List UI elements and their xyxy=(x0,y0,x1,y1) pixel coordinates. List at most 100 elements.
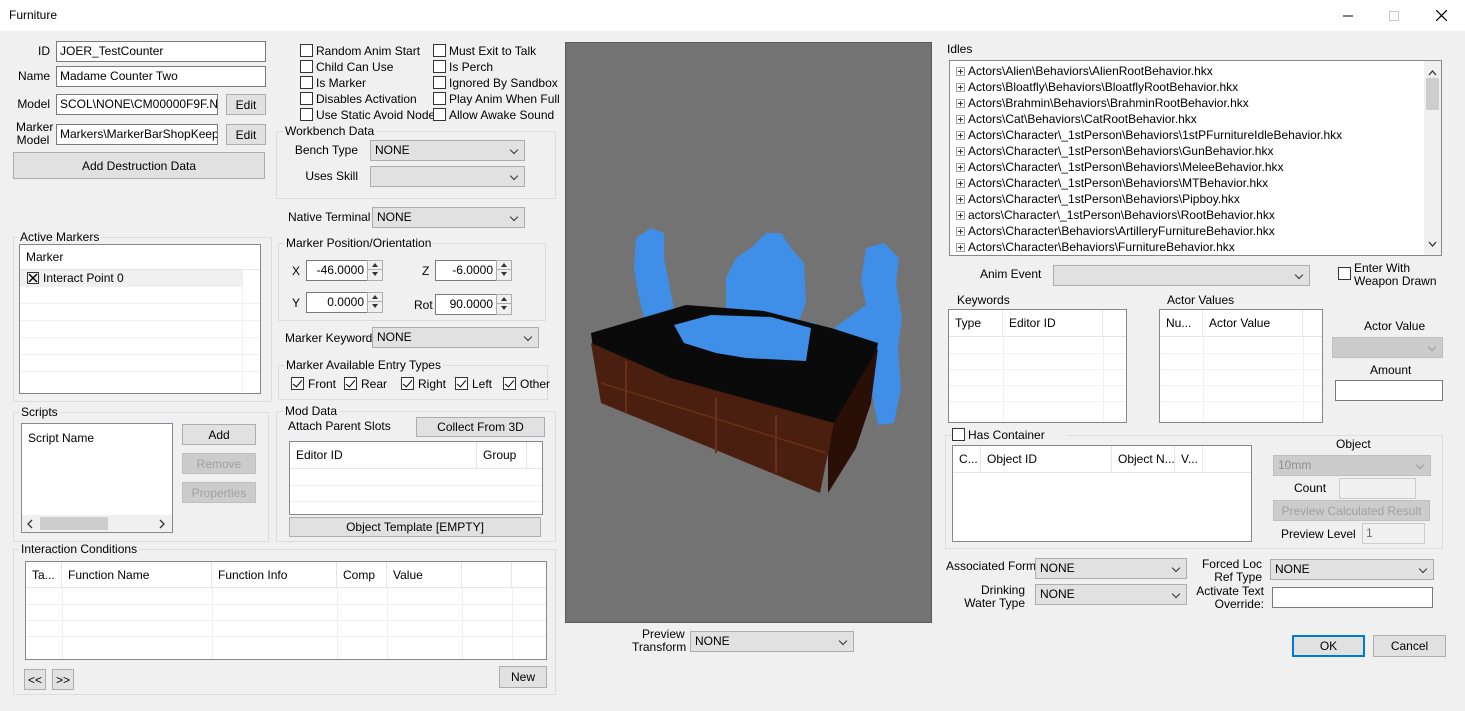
expand-icon[interactable] xyxy=(956,194,965,204)
z-spinner[interactable] xyxy=(496,260,512,281)
checkbox[interactable] xyxy=(952,428,965,441)
amount-field[interactable] xyxy=(1335,380,1443,401)
preview-level-field[interactable]: 1 xyxy=(1362,523,1425,544)
entry-front[interactable] xyxy=(291,377,305,391)
active-markers-list[interactable]: Marker Interact Point 0 xyxy=(19,244,261,394)
scroll-thumb[interactable] xyxy=(1426,78,1439,110)
enter-weapon-drawn[interactable] xyxy=(1338,267,1352,281)
expand-icon[interactable] xyxy=(956,242,965,252)
spin-up[interactable] xyxy=(497,261,511,270)
checkbox[interactable] xyxy=(1338,267,1351,280)
chevron-left-icon[interactable] xyxy=(26,518,34,532)
idle-item[interactable]: Actors\Character\_1stPerson\Behaviors\Gu… xyxy=(950,143,1424,159)
scroll-thumb[interactable] xyxy=(40,517,108,530)
chevron-right-icon[interactable] xyxy=(158,518,166,532)
rot-field[interactable]: 90.0000 xyxy=(435,294,497,315)
scripts-hscroll[interactable] xyxy=(22,515,172,532)
idle-item[interactable]: Actors\Cat\Behaviors\CatRootBehavior.hkx xyxy=(950,111,1424,127)
checkbox[interactable] xyxy=(300,60,313,73)
add-script-button[interactable]: Add xyxy=(182,424,256,445)
close-button[interactable] xyxy=(1418,0,1464,31)
checkbox[interactable] xyxy=(433,108,446,121)
x-field[interactable]: -46.0000 xyxy=(306,260,368,281)
actor-value-select[interactable] xyxy=(1332,337,1443,358)
idle-item[interactable]: Actors\Character\_1stPerson\Behaviors\Pi… xyxy=(950,191,1424,207)
checkbox[interactable] xyxy=(433,76,446,89)
keywords-list[interactable]: Type Editor ID xyxy=(948,309,1127,423)
expand-icon[interactable] xyxy=(956,146,965,156)
expand-icon[interactable] xyxy=(956,178,965,188)
z-field[interactable]: -6.0000 xyxy=(435,260,497,281)
checkbox[interactable] xyxy=(503,377,516,390)
checkbox[interactable] xyxy=(300,44,313,57)
collect-from-3d-button[interactable]: Collect From 3D xyxy=(416,417,545,437)
checkbox[interactable] xyxy=(433,92,446,105)
marker-row[interactable]: Interact Point 0 xyxy=(20,270,242,287)
checkbox[interactable] xyxy=(455,377,468,390)
conditions-list[interactable]: Ta... Function Name Function Info Comp V… xyxy=(25,561,547,660)
checkbox[interactable] xyxy=(433,60,446,73)
marker-model-edit-button[interactable]: Edit xyxy=(226,124,266,145)
column-header[interactable]: Object N... xyxy=(1112,446,1175,473)
forced-loc-select[interactable]: NONE xyxy=(1270,559,1434,580)
cancel-button[interactable]: Cancel xyxy=(1373,635,1446,657)
spin-down[interactable] xyxy=(497,270,511,279)
marker-keyword-select[interactable]: NONE xyxy=(372,327,539,348)
entry-other[interactable] xyxy=(503,377,517,391)
drinking-water-select[interactable]: NONE xyxy=(1035,584,1187,605)
scripts-list[interactable]: Script Name xyxy=(21,423,173,533)
entry-rear[interactable] xyxy=(344,377,358,391)
entry-right[interactable] xyxy=(401,377,415,391)
checkbox[interactable] xyxy=(300,108,313,121)
expand-icon[interactable] xyxy=(956,114,965,124)
column-header[interactable]: Function Name xyxy=(62,562,212,588)
idle-item[interactable]: Actors\Alien\Behaviors\AlienRootBehavior… xyxy=(950,63,1424,79)
idle-item[interactable]: Actors\Character\_1stPerson\Behaviors\Me… xyxy=(950,159,1424,175)
checkbox[interactable] xyxy=(300,76,313,89)
checkbox[interactable] xyxy=(433,44,446,57)
y-field[interactable]: 0.0000 xyxy=(306,292,368,313)
name-field[interactable]: Madame Counter Two xyxy=(56,66,266,87)
chevron-down-icon[interactable] xyxy=(1428,237,1437,251)
new-condition-button[interactable]: New xyxy=(499,666,547,688)
anim-event-select[interactable] xyxy=(1053,265,1310,286)
add-destruction-button[interactable]: Add Destruction Data xyxy=(13,152,265,179)
next-condition-button[interactable]: >> xyxy=(52,669,74,690)
column-header[interactable]: Value xyxy=(387,562,462,588)
preview-transform-select[interactable]: NONE xyxy=(690,631,854,652)
spin-down[interactable] xyxy=(368,302,382,311)
chevron-up-icon[interactable] xyxy=(1428,65,1437,79)
marker-model-field[interactable]: Markers\MarkerBarShopKeep.nif xyxy=(56,124,218,145)
spin-up[interactable] xyxy=(368,261,382,270)
ok-button[interactable]: OK xyxy=(1292,635,1365,657)
entry-left[interactable] xyxy=(455,377,469,391)
idle-item[interactable]: Actors\Character\Behaviors\ArtilleryFurn… xyxy=(950,223,1424,239)
expand-icon[interactable] xyxy=(956,66,965,76)
idle-item[interactable]: Actors\Bloatfly\Behaviors\BloatflyRootBe… xyxy=(950,79,1424,95)
checkbox[interactable] xyxy=(291,377,304,390)
uses-skill-select[interactable] xyxy=(370,166,525,187)
column-header[interactable]: Function Info xyxy=(212,562,337,588)
container-list[interactable]: C... Object ID Object N... V... xyxy=(952,445,1252,542)
activate-text-field[interactable] xyxy=(1272,587,1433,608)
attach-slots-list[interactable]: Editor ID Group xyxy=(289,441,543,515)
has-container[interactable]: Has Container xyxy=(952,428,1067,442)
idle-item[interactable]: Actors\Character\_1stPerson\Behaviors\MT… xyxy=(950,175,1424,191)
expand-icon[interactable] xyxy=(956,210,965,220)
id-field[interactable]: JOER_TestCounter xyxy=(56,41,266,62)
editor-id-column[interactable]: Editor ID xyxy=(1003,310,1103,337)
column-header[interactable]: Comp xyxy=(337,562,387,588)
checkbox[interactable] xyxy=(300,92,313,105)
spin-down[interactable] xyxy=(497,304,511,313)
object-select[interactable]: 10mm xyxy=(1273,455,1431,476)
preview-3d-render[interactable] xyxy=(566,43,931,622)
type-column[interactable]: Type xyxy=(949,310,1003,337)
editor-id-column[interactable]: Editor ID xyxy=(290,442,477,469)
x-spinner[interactable] xyxy=(367,260,383,281)
spin-up[interactable] xyxy=(497,295,511,304)
idle-item[interactable]: Actors\Character\_1stPerson\Behaviors\1s… xyxy=(950,127,1424,143)
column-header[interactable]: Object ID xyxy=(981,446,1112,473)
prev-condition-button[interactable]: << xyxy=(24,669,46,690)
idle-item[interactable]: Actors\Brahmin\Behaviors\BrahminRootBeha… xyxy=(950,95,1424,111)
expand-icon[interactable] xyxy=(956,130,965,140)
